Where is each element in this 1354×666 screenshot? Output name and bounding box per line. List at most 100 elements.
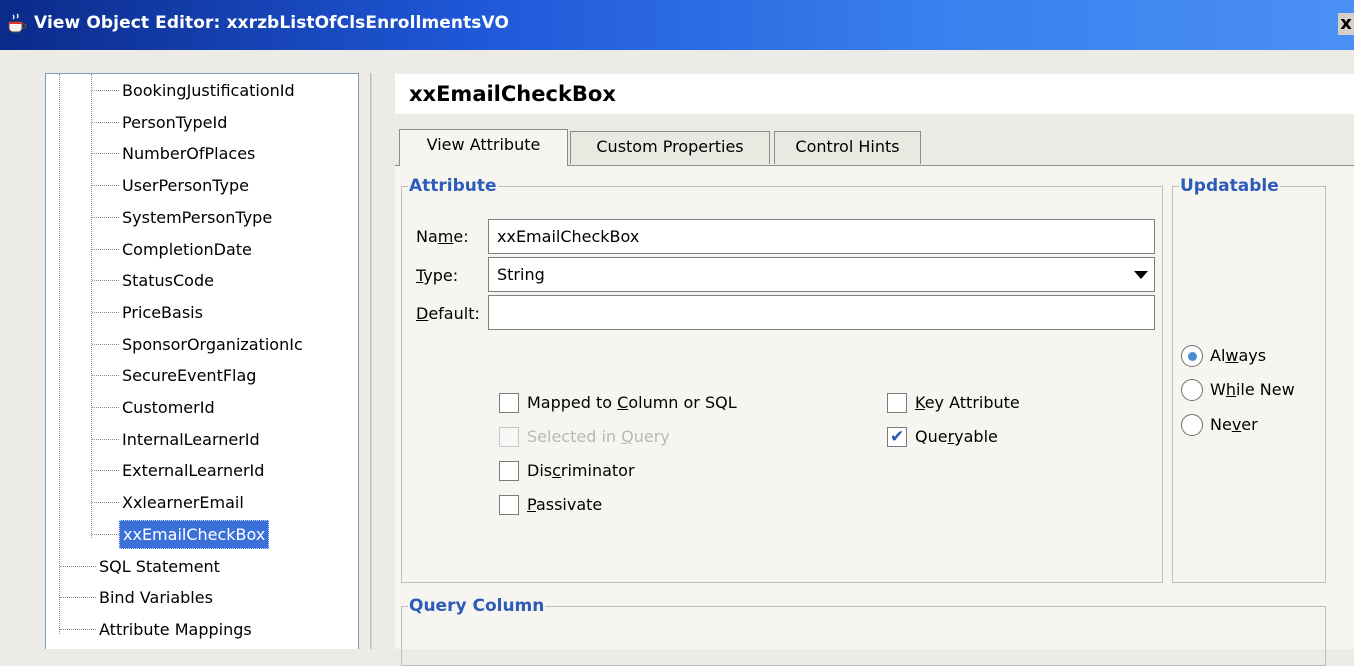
tree-item-label: BookingJustificationId	[122, 81, 295, 100]
tree-connector-line	[92, 533, 119, 535]
name-field[interactable]: xxEmailCheckBox	[488, 219, 1155, 254]
chevron-down-icon[interactable]	[1128, 258, 1154, 291]
tree-item[interactable]: ExternalLearnerId	[46, 455, 358, 486]
tab-custom-properties[interactable]: Custom Properties	[570, 131, 770, 164]
tree-item[interactable]: XxlearnerEmail	[46, 487, 358, 518]
tab-label: Custom Properties	[596, 137, 744, 156]
tree-item[interactable]: UserPersonType	[46, 170, 358, 201]
tree-item[interactable]: SQL Statement	[46, 551, 358, 582]
query-column-group-title: Query Column	[408, 595, 546, 617]
checkbox-label: Selected in Query	[527, 427, 670, 446]
tree-connector-line	[92, 248, 119, 250]
checkbox-box[interactable]	[499, 461, 519, 481]
type-select[interactable]: String	[488, 257, 1155, 292]
checkbox-box[interactable]: ✔	[887, 427, 907, 447]
passivate-checkbox[interactable]: Passivate	[499, 494, 799, 518]
name-field-value: xxEmailCheckBox	[497, 227, 640, 246]
name-label: Name:	[416, 227, 469, 246]
tab-view-attribute[interactable]: View Attribute	[399, 129, 568, 166]
tree-item[interactable]: PersonTypeId	[46, 107, 358, 138]
tree-item-label: ExternalLearnerId	[122, 461, 265, 481]
tree-connector-line	[92, 121, 119, 123]
radio-circle[interactable]	[1181, 379, 1203, 401]
radio-while-new[interactable]: While New	[1181, 378, 1321, 404]
tree-connector-line	[92, 407, 119, 408]
tree-item-label: SystemPersonType	[122, 207, 273, 227]
tree-item-label: StatusCode	[122, 271, 214, 291]
split-divider[interactable]	[370, 73, 372, 649]
tree-item-label: InternalLearnerId	[122, 429, 260, 449]
tree-item-label: Attribute Mappings	[99, 619, 252, 639]
tree-item-label: NumberOfPlaces	[122, 144, 256, 164]
tree-item[interactable]: Bind Variables	[46, 582, 358, 613]
radio-label: Always	[1210, 346, 1267, 365]
tree-item-label: CustomerId	[122, 398, 215, 417]
radio-circle[interactable]	[1181, 414, 1203, 436]
tree-item[interactable]: InternalLearnerId	[46, 424, 358, 455]
attribute-group-title: Attribute	[408, 175, 498, 197]
radio-selected-dot-icon	[1188, 352, 1197, 361]
tree-item[interactable]: BookingJustificationId	[46, 75, 358, 106]
tree-item-label: SponsorOrganizationIc	[122, 334, 303, 354]
checkbox-label: Passivate	[527, 495, 603, 514]
attribute-name-header: xxEmailCheckBox	[395, 74, 1354, 114]
default-field[interactable]	[488, 295, 1155, 330]
query-column-group: Query Column	[401, 595, 1326, 666]
selected-in-query-checkbox: Selected in Query	[499, 426, 799, 450]
window-title: View Object Editor: xxrzbListOfClsEnroll…	[34, 13, 510, 33]
checkbox-box[interactable]	[499, 495, 519, 515]
tree-item[interactable]: CustomerId	[46, 392, 358, 423]
tree-connector-line	[60, 628, 96, 630]
tree-connector-line	[92, 153, 119, 155]
checkbox-label: Key Attribute	[915, 393, 1020, 412]
tree-item[interactable]: Attribute Mappings	[46, 614, 358, 645]
radio-never[interactable]: Never	[1181, 413, 1321, 439]
tree-item-label: UserPersonType	[122, 176, 249, 196]
tree-connector-line	[92, 280, 119, 282]
tree-connector-line	[92, 502, 119, 504]
tree-connector-line	[92, 470, 119, 472]
discriminator-checkbox[interactable]: Discriminator	[499, 460, 799, 484]
checkbox-label: Mapped to Column or SQL	[527, 393, 737, 412]
key-attribute-checkbox[interactable]: Key Attribute	[887, 392, 1137, 416]
tree-item[interactable]: NumberOfPlaces	[46, 138, 358, 169]
tab-content: Attribute Name: xxEmailCheckBox Type: St…	[395, 166, 1354, 666]
queryable-checkbox[interactable]: ✔ Queryable	[887, 426, 1137, 450]
updatable-group-title: Updatable	[1179, 175, 1280, 197]
tree-item[interactable]: PriceBasis	[46, 297, 358, 328]
tree-item-label: SecureEventFlag	[122, 366, 257, 386]
tree-connector-line	[92, 90, 119, 91]
radio-circle[interactable]	[1181, 345, 1203, 367]
tree-item-label: PersonTypeId	[122, 112, 228, 132]
radio-always[interactable]: Always	[1181, 344, 1321, 370]
title-bar[interactable]: View Object Editor: xxrzbListOfClsEnroll…	[0, 0, 1354, 50]
checkbox-label: Discriminator	[527, 461, 635, 480]
checkbox-box[interactable]	[887, 393, 907, 413]
tree-item-label: XxlearnerEmail	[122, 493, 244, 513]
default-label: Default:	[416, 304, 480, 323]
tree-item[interactable]: xxEmailCheckBox	[46, 519, 358, 550]
tree-item[interactable]: StatusCode	[46, 265, 358, 296]
tree-connector-line	[92, 343, 119, 345]
tree-item-label: xxEmailCheckBox	[119, 519, 270, 549]
mapped-to-column-checkbox[interactable]: Mapped to Column or SQL	[499, 392, 799, 416]
tree-connector-line	[92, 185, 119, 187]
tree-connector-line	[92, 216, 119, 218]
tree-item[interactable]: CompletionDate	[46, 234, 358, 265]
tree-item[interactable]: SystemPersonType	[46, 202, 358, 233]
checkbox-label: Queryable	[915, 427, 998, 446]
tree-item[interactable]: SecureEventFlag	[46, 360, 358, 391]
checkbox-box[interactable]	[499, 393, 519, 413]
tree-panel[interactable]: BookingJustificationId PersonTypeId Number…	[45, 73, 359, 649]
updatable-group: Updatable Always While New Never	[1172, 175, 1326, 583]
radio-label: Never	[1210, 415, 1258, 434]
type-label: Type:	[416, 266, 459, 285]
tree-connector-line	[92, 438, 119, 440]
tree-item[interactable]: SponsorOrganizationIc	[46, 329, 358, 360]
close-button[interactable]: x	[1338, 13, 1354, 35]
tree-item-label: CompletionDate	[122, 239, 252, 259]
tab-control-hints[interactable]: Control Hints	[774, 131, 921, 164]
tree-connector-line	[60, 565, 96, 567]
radio-label: While New	[1210, 380, 1295, 399]
tree-item-label: SQL Statement	[99, 556, 220, 576]
